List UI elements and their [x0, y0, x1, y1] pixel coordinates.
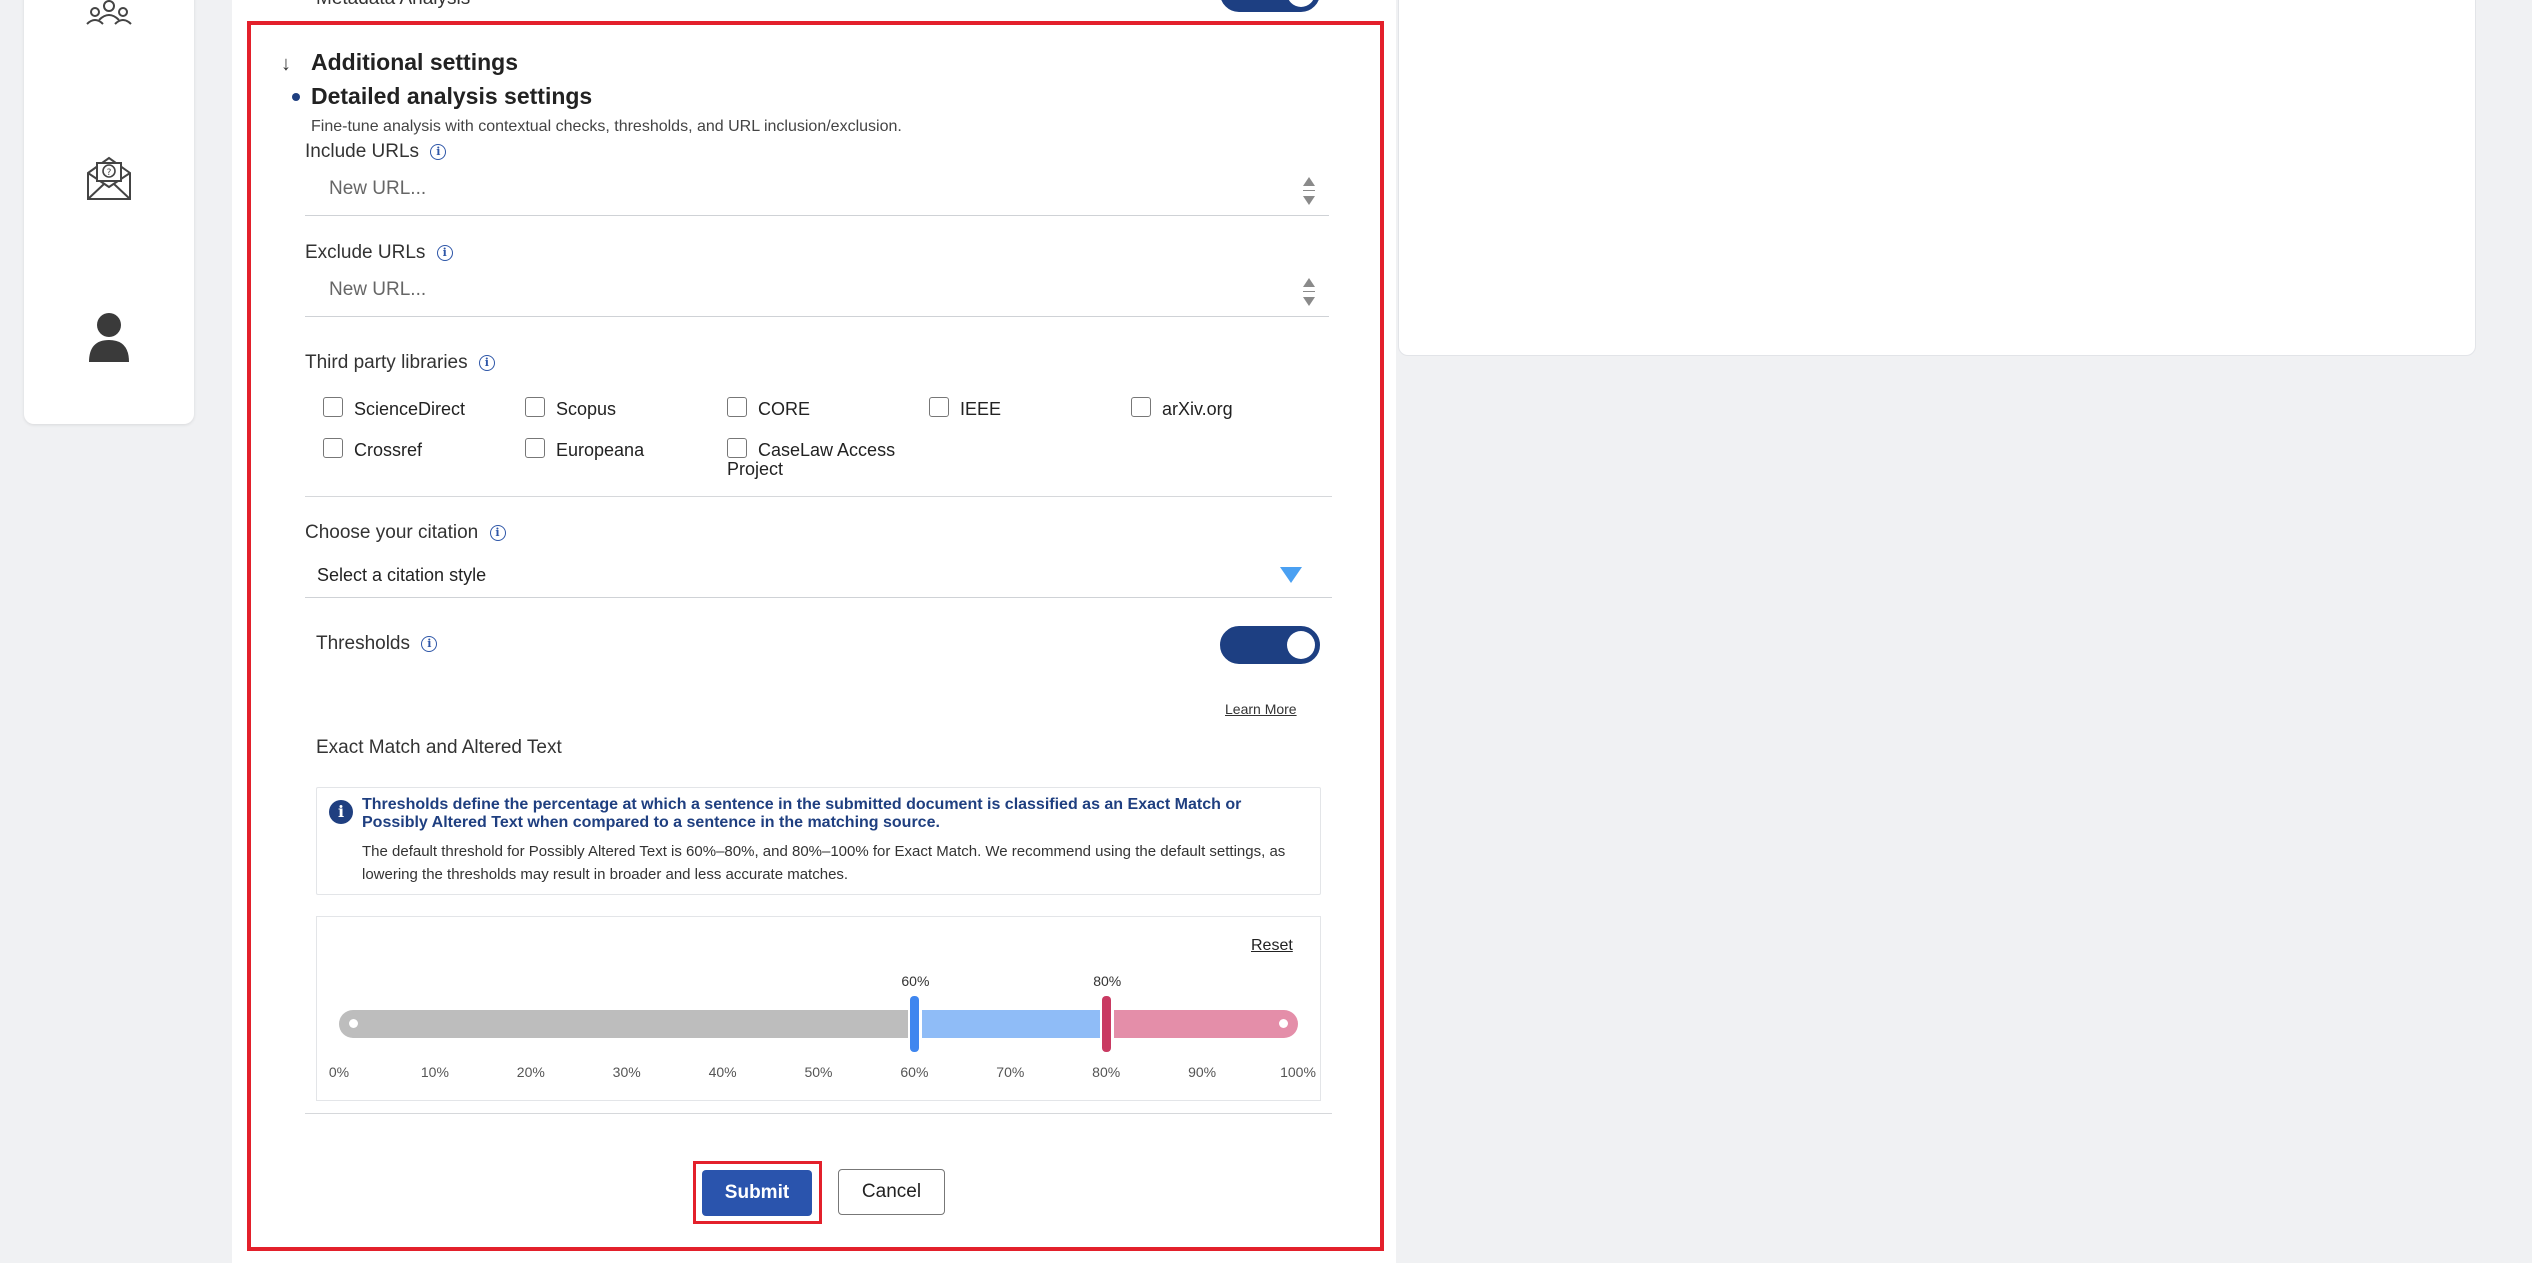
checkbox-box[interactable] [1131, 397, 1151, 417]
checkbox-label: CaseLaw Access Project [727, 440, 896, 479]
info-icon[interactable]: i [436, 244, 453, 261]
include-urls-spinner-icon[interactable] [1301, 177, 1317, 207]
learn-more-link[interactable]: Learn More [1225, 701, 1297, 717]
cancel-button[interactable]: Cancel [838, 1169, 945, 1215]
exclude-urls-input-row [305, 270, 1329, 317]
checkbox-box[interactable] [525, 397, 545, 417]
slider-track-mid[interactable] [922, 1010, 1101, 1038]
checkbox-label: CORE [758, 399, 811, 419]
upper-threshold-label: 80% [1093, 973, 1122, 989]
thresholds-text: Thresholds [316, 633, 410, 654]
info-body: The default threshold for Possibly Alter… [362, 843, 1286, 883]
svg-text:?: ? [107, 168, 112, 178]
slider-end-dot [1279, 1019, 1288, 1028]
info-icon[interactable]: i [478, 354, 495, 371]
dropdown-arrow-icon[interactable] [1280, 567, 1302, 583]
checkbox-box[interactable] [323, 438, 343, 458]
include-urls-text: Include URLs [305, 141, 420, 162]
thresholds-label: Thresholds i [316, 633, 438, 655]
user-icon[interactable] [24, 312, 194, 362]
slider-tick-label: 80% [1092, 1064, 1121, 1080]
divider [305, 1113, 1332, 1114]
slider-tick-label: 90% [1188, 1064, 1217, 1080]
right-card [1398, 0, 2476, 356]
include-urls-label: Include URLs i [305, 141, 447, 163]
slider-tick-label: 40% [708, 1064, 737, 1080]
checkbox-box[interactable] [323, 397, 343, 417]
checkbox-label: arXiv.org [1162, 399, 1233, 419]
libraries-text: Third party libraries [305, 352, 468, 373]
exclude-urls-input[interactable] [327, 278, 1231, 302]
info-filled-icon: i [329, 800, 353, 824]
slider-start-dot [349, 1019, 358, 1028]
slider-tick-label: 50% [804, 1064, 833, 1080]
metadata-analysis-label: Metadata Analysis [316, 0, 470, 10]
section-title[interactable]: Additional settings [311, 49, 518, 76]
lower-threshold-label: 60% [901, 973, 930, 989]
slider-track-low[interactable] [339, 1010, 909, 1038]
checkbox-label: IEEE [960, 399, 1002, 419]
checkbox-label: Europeana [556, 440, 645, 460]
section-description: Fine-tune analysis with contextual check… [311, 118, 902, 135]
checkbox-label: Crossref [354, 440, 423, 460]
section-subtitle: Detailed analysis settings [311, 83, 593, 109]
info-icon[interactable]: i [421, 635, 438, 652]
citation-selected-value: Select a citation style [317, 565, 487, 585]
submit-button[interactable]: Submit [702, 1170, 812, 1216]
exclude-urls-spinner-icon[interactable] [1301, 278, 1317, 308]
slider-tick-label: 60% [900, 1064, 929, 1080]
help-mail-icon[interactable]: ? [24, 155, 194, 201]
citation-select[interactable]: Select a citation style [305, 551, 1332, 598]
info-icon[interactable]: i [430, 143, 447, 160]
reset-link[interactable]: Reset [1251, 937, 1293, 955]
divider [305, 496, 1332, 497]
include-urls-input-row [305, 169, 1329, 216]
slider-tick-label: 0% [328, 1064, 350, 1080]
citation-text: Choose your citation [305, 522, 479, 543]
bullet-icon [292, 93, 300, 101]
checkbox-label: Scopus [556, 399, 617, 419]
exact-match-heading: Exact Match and Altered Text [316, 737, 562, 758]
checkbox-box[interactable] [525, 438, 545, 458]
thresholds-info-box: i Thresholds define the percentage at wh… [316, 787, 1321, 895]
metadata-toggle[interactable] [1220, 0, 1320, 12]
sidebar: ? [24, 0, 194, 424]
libraries-label: Third party libraries i [305, 352, 495, 374]
citation-label: Choose your citation i [305, 522, 506, 544]
slider-tick-label: 100% [1280, 1064, 1316, 1080]
exclude-urls-label: Exclude URLs i [305, 242, 453, 264]
checkbox-label: ScienceDirect [354, 399, 466, 419]
collapse-arrow-icon[interactable]: ↓ [281, 53, 291, 76]
slider-tick-label: 10% [420, 1064, 449, 1080]
slider-tick-label: 70% [996, 1064, 1025, 1080]
exclude-urls-text: Exclude URLs [305, 242, 426, 263]
info-title: Thresholds define the percentage at whic… [362, 796, 1242, 831]
include-urls-input[interactable] [327, 177, 1231, 201]
slider-tick-label: 20% [516, 1064, 545, 1080]
lower-threshold-handle[interactable] [910, 996, 920, 1052]
checkbox-box[interactable] [929, 397, 949, 417]
thresholds-toggle[interactable] [1220, 626, 1320, 664]
slider-tick-label: 30% [612, 1064, 641, 1080]
checkbox-box[interactable] [727, 397, 747, 417]
upper-threshold-handle[interactable] [1102, 996, 1112, 1052]
slider-track-high[interactable] [1114, 1010, 1298, 1038]
team-icon[interactable] [24, 0, 194, 40]
info-icon[interactable]: i [489, 524, 506, 541]
